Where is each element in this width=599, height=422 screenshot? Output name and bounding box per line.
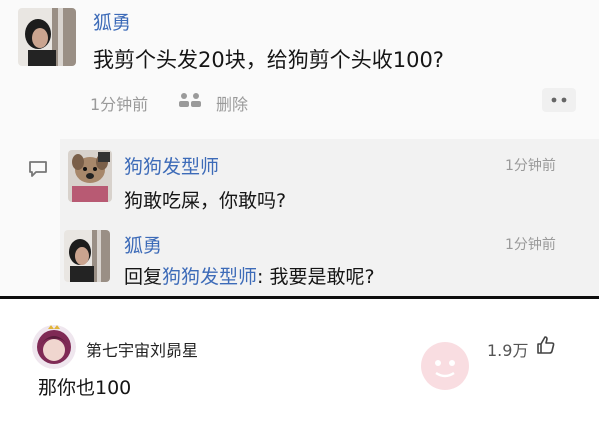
comment-text: 那你也100	[38, 377, 132, 399]
reply-time: 1分钟前	[505, 158, 556, 174]
reply-prefix: 回复	[124, 266, 163, 288]
post-screenshot: 狐勇 我剪个头发20块，给狗剪个头收100? 1分钟前 删除 狗狗发型师 1分钟…	[0, 0, 599, 296]
watermark-logo	[418, 339, 472, 393]
reply-author-name[interactable]: 狐勇	[124, 231, 162, 258]
reply-text: 回复狗狗发型师: 我要是敢呢?	[124, 262, 375, 289]
like-count: 1.9万	[487, 341, 529, 360]
comment-bubble-icon[interactable]	[28, 160, 48, 178]
thumbs-up-icon[interactable]	[536, 335, 556, 355]
reply-text: 狗敢吃屎，你敢吗?	[124, 190, 287, 212]
reply-time: 1分钟前	[505, 237, 556, 253]
delete-link[interactable]: 删除	[216, 91, 248, 115]
post-text: 我剪个头发20块，给狗剪个头收100?	[93, 48, 444, 72]
reply-author-name[interactable]: 狗狗发型师	[124, 152, 219, 179]
post-author-avatar[interactable]	[18, 8, 76, 66]
reply-avatar-dog-groomer[interactable]	[68, 150, 112, 202]
commenter-avatar[interactable]	[32, 325, 76, 369]
reply-to-link[interactable]: 狗狗发型师	[162, 266, 257, 288]
people-icon	[176, 92, 204, 108]
more-dots-icon[interactable]	[542, 88, 576, 112]
commenter-name[interactable]: 第七宇宙刘昴星	[86, 337, 198, 361]
post-time: 1分钟前	[90, 95, 149, 114]
post-author-name[interactable]: 狐勇	[93, 8, 131, 35]
reply-body: : 我要是敢呢?	[257, 266, 375, 288]
comment-section: 第七宇宙刘昴星 1.9万 那你也100	[0, 299, 599, 422]
reply-avatar-hu-yong[interactable]	[64, 230, 110, 282]
